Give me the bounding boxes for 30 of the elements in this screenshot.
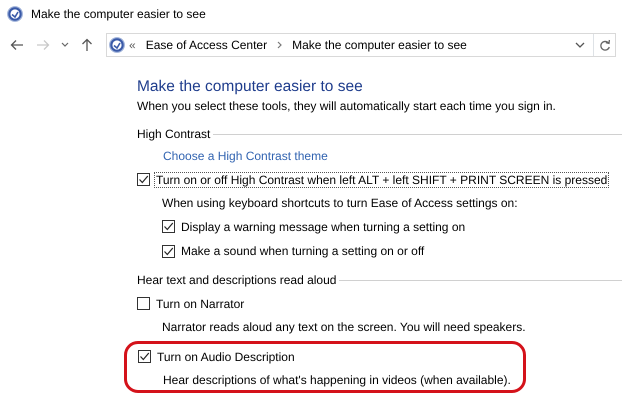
intro-text: When you select these tools, they will automatically start each time you sign in. <box>137 98 557 113</box>
checkbox[interactable] <box>137 297 150 310</box>
theme-link[interactable]: Choose a High Contrast theme <box>163 149 328 164</box>
checkbox-label[interactable]: Turn on Audio Description <box>155 348 297 365</box>
address-bar[interactable]: « Ease of Access Center Make the computer easier to see <box>106 33 616 57</box>
window-title: Make the computer easier to see <box>31 6 206 22</box>
description-text: Hear descriptions of what's happening in videos (when available). <box>163 372 511 388</box>
page-heading: Make the computer easier to see <box>137 78 364 97</box>
checkbox-label[interactable]: Turn on Narrator <box>154 296 246 312</box>
description-text: When using keyboard shortcuts to turn Ease of Access settings on: <box>162 196 519 211</box>
section-title: Hear text and descriptions read aloud <box>137 273 336 288</box>
checkbox-label[interactable]: Make a sound when turning a setting on or off <box>179 242 426 260</box>
checkbox[interactable] <box>162 244 175 258</box>
back-arrow-icon[interactable] <box>10 39 24 51</box>
refresh-icon[interactable] <box>598 38 610 52</box>
checkbox[interactable] <box>162 220 175 234</box>
checkbox-label[interactable]: Display a warning message when turning a setting on <box>179 218 468 235</box>
section-title: High Contrast <box>137 126 210 142</box>
checkbox[interactable] <box>137 173 150 186</box>
breadcrumb-item[interactable]: Ease of Access Center <box>144 38 270 52</box>
control-panel-icon <box>109 37 125 53</box>
chevron-right-icon <box>277 41 282 49</box>
breadcrumb-item[interactable]: Make the computer easier to see <box>290 38 469 52</box>
chevron-down-icon[interactable] <box>61 42 69 48</box>
control-panel-icon <box>7 6 23 22</box>
overflow-chevron[interactable]: « <box>129 38 136 52</box>
up-arrow-icon[interactable] <box>81 38 93 52</box>
checkbox[interactable] <box>138 350 151 364</box>
description-text: Narrator reads aloud any text on the screen. You will need speakers. <box>162 320 527 334</box>
checkbox-label[interactable]: Turn on or off High Contrast when left ALT + left SHIFT + PRINT SCREEN is pressed <box>154 172 610 188</box>
